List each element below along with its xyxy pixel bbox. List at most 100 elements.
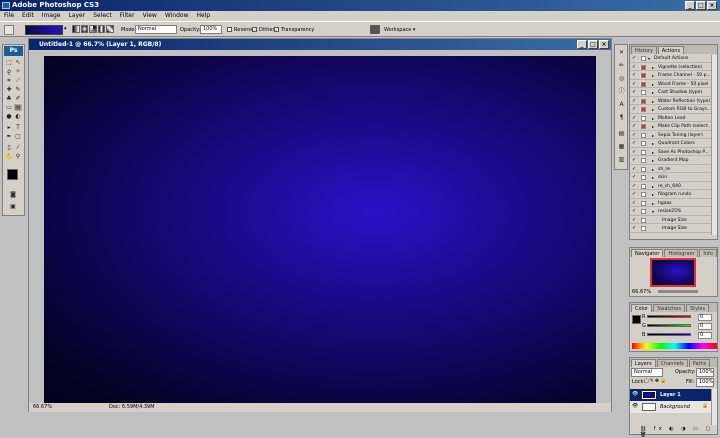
tab-actions[interactable]: Actions — [657, 46, 685, 54]
dialog-toggle-icon[interactable] — [641, 90, 646, 95]
disclosure-triangle-icon[interactable]: ▸ — [652, 140, 654, 147]
tool-presets-icon[interactable]: ✕ — [617, 48, 626, 57]
disclosure-triangle-icon[interactable]: ▸ — [652, 98, 654, 105]
healing-brush-tool-icon[interactable]: ✚ — [5, 86, 13, 93]
measurement-icon[interactable]: ▥ — [617, 155, 626, 164]
fill-input[interactable]: 100% — [696, 378, 714, 387]
tab-navigator[interactable]: Navigator — [631, 249, 664, 257]
action-row[interactable]: ✓ ▸ hgaas — [630, 200, 712, 208]
disclosure-triangle-icon[interactable]: ▸ — [652, 157, 654, 164]
check-icon[interactable]: ✓ — [632, 200, 637, 206]
crop-tool-icon[interactable]: ⌗ — [5, 77, 13, 84]
check-icon[interactable]: ✓ — [632, 149, 637, 155]
dialog-toggle-icon[interactable] — [641, 141, 646, 146]
history-brush-tool-icon[interactable]: ✐ — [14, 95, 22, 102]
disclosure-triangle-icon[interactable]: ▸ — [652, 81, 654, 88]
color-b-input[interactable]: 0 — [698, 332, 712, 339]
check-icon[interactable]: ✓ — [632, 56, 637, 61]
disclosure-triangle-icon[interactable]: ▸ — [652, 174, 654, 181]
dialog-toggle-icon[interactable] — [641, 175, 646, 180]
action-row[interactable]: ✓ ▸ Frame Channel - 50 p... — [630, 72, 712, 80]
eye-icon[interactable]: 👁 — [632, 391, 638, 397]
check-icon[interactable]: ✓ — [632, 132, 637, 138]
disclosure-triangle-icon[interactable]: ▾ — [648, 55, 650, 62]
dialog-toggle-icon[interactable] — [641, 192, 646, 197]
layer-comps-icon[interactable]: ▤ — [617, 129, 626, 138]
mode-select[interactable]: Normal — [135, 25, 177, 34]
action-row[interactable]: ✓ ▸ Wood Frame - 50 pixel — [630, 81, 712, 89]
action-row[interactable]: ✓ ▸ Quadrant Colors — [630, 140, 712, 148]
dialog-toggle-icon[interactable] — [641, 217, 646, 223]
check-icon[interactable]: ✓ — [632, 73, 637, 78]
hand-tool-icon[interactable]: ✋ — [5, 153, 13, 160]
action-row[interactable]: ✓ ▾ resize25% — [630, 208, 712, 216]
layers-footer-buttons[interactable]: ⛓ fx ◐ ◑ ▭ ▢ 🗑 — [640, 426, 717, 438]
menu-filter[interactable]: Filter — [120, 11, 135, 21]
action-row[interactable]: ✓ ▸ Save As Photoshop P... — [630, 149, 712, 157]
quick-mask-icon[interactable]: ◙ — [9, 191, 17, 198]
color-r-input[interactable]: 0 — [698, 314, 712, 321]
workspace-icon[interactable] — [370, 25, 380, 34]
action-row[interactable]: ✓ ▸ Water Reflection (type) — [630, 98, 712, 106]
check-icon[interactable]: ✓ — [632, 217, 637, 223]
layer-row-layer-1[interactable]: 👁 Layer 1 — [630, 389, 712, 401]
disclosure-triangle-icon[interactable]: ▸ — [652, 191, 654, 198]
blur-tool-icon[interactable]: ● — [5, 113, 13, 120]
menu-layer[interactable]: Layer — [68, 11, 85, 21]
type-tool-icon[interactable]: T — [14, 124, 22, 131]
doc-size-info[interactable]: Doc: 6.59M/4.39M — [109, 403, 155, 412]
action-row[interactable]: ✓ Image Size — [630, 225, 712, 233]
check-icon[interactable]: ✓ — [632, 166, 637, 172]
doc-minimize-button[interactable]: _ — [577, 40, 587, 49]
check-icon[interactable]: ✓ — [632, 183, 637, 189]
transparency-checkbox[interactable]: ✓ Transparency — [274, 26, 314, 34]
menu-view[interactable]: View — [143, 11, 157, 21]
action-row[interactable]: ✓ Image Size — [630, 217, 712, 225]
disclosure-triangle-icon[interactable]: ▸ — [652, 115, 654, 122]
tab-history[interactable]: History — [631, 46, 657, 54]
angle-gradient-icon[interactable] — [89, 25, 97, 33]
eyedropper-tool-icon[interactable]: ⁄ — [14, 144, 22, 151]
doc-close-button[interactable]: × — [599, 40, 609, 49]
color-g-slider[interactable] — [647, 324, 691, 327]
disclosure-triangle-icon[interactable]: ▸ — [652, 166, 654, 173]
brushes-icon[interactable]: ✏ — [617, 61, 626, 70]
tab-swatches[interactable]: Swatches — [653, 304, 685, 312]
color-g-input[interactable]: 0 — [698, 323, 712, 330]
action-row[interactable]: ✓ ▸ skin — [630, 174, 712, 182]
image-canvas[interactable] — [44, 56, 596, 403]
menu-edit[interactable]: Edit — [22, 11, 34, 21]
actions-scrollbar[interactable] — [711, 55, 717, 235]
lock-icons[interactable]: ▢✎✥🔒 — [644, 378, 667, 384]
gradient-preview-swatch[interactable] — [25, 25, 63, 35]
reflected-gradient-icon[interactable] — [97, 25, 106, 33]
diamond-gradient-icon[interactable] — [106, 25, 114, 33]
check-icon[interactable]: ✓ — [632, 226, 637, 231]
action-row[interactable]: ✓ ▸ Make Clip Path (select... — [630, 123, 712, 131]
check-icon[interactable]: ✓ — [632, 192, 637, 197]
action-row[interactable]: ✓ ▸ filogram rundo — [630, 191, 712, 199]
layer-1-name[interactable]: Layer 1 — [660, 392, 681, 398]
layers-scrollbar[interactable] — [711, 389, 717, 425]
document-title-bar[interactable]: Untitled-1 @ 66.7% (Layer 1, RGB/8) _ □ … — [29, 39, 611, 50]
reverse-checkbox[interactable]: Reverse — [227, 26, 254, 34]
dialog-toggle-icon[interactable] — [641, 183, 646, 189]
dialog-toggle-icon[interactable] — [641, 81, 646, 87]
check-icon[interactable]: ✓ — [632, 124, 637, 129]
disclosure-triangle-icon[interactable]: ▸ — [652, 123, 654, 130]
action-row[interactable]: ✓ ▸ Cast Shadow (type) — [630, 89, 712, 97]
disclosure-triangle-icon[interactable]: ▸ — [652, 64, 654, 71]
dither-checkbox[interactable]: ✓ Dither — [252, 26, 275, 34]
check-icon[interactable]: ✓ — [632, 90, 637, 95]
foreground-color-swatch[interactable] — [7, 169, 18, 180]
brush-tool-icon[interactable]: ✎ — [14, 86, 22, 93]
magic-wand-tool-icon[interactable]: ✧ — [14, 68, 22, 75]
action-row[interactable]: ✓ ▸ Sepia Toning (layer) — [630, 132, 712, 140]
dialog-toggle-icon[interactable] — [641, 64, 646, 70]
clone-source-icon[interactable]: ◎ — [617, 74, 626, 83]
disclosure-triangle-icon[interactable]: ▸ — [652, 106, 654, 113]
dialog-toggle-icon[interactable] — [641, 98, 646, 104]
navigator-zoom-slider[interactable] — [658, 290, 698, 293]
paragraph-icon[interactable]: ¶ — [617, 113, 626, 122]
info-icon[interactable]: ⓘ — [617, 87, 626, 96]
